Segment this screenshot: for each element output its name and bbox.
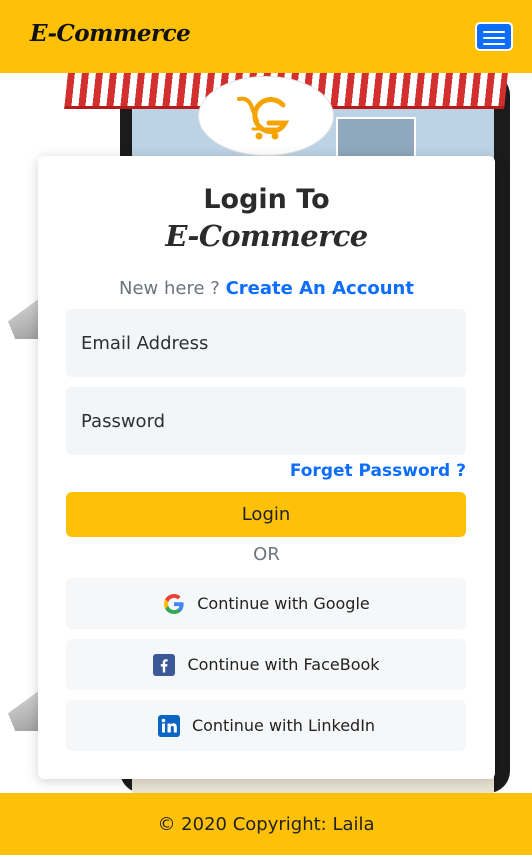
facebook-login-label: Continue with FaceBook <box>187 655 380 674</box>
google-login-button[interactable]: Continue with Google <box>66 578 466 629</box>
footer: © 2020 Copyright: Laila <box>0 793 532 855</box>
facebook-icon <box>153 653 176 676</box>
google-login-label: Continue with Google <box>197 594 370 613</box>
login-title: Login To <box>203 184 330 215</box>
floor <box>132 779 494 793</box>
login-card: Login To E-Commerce New here ? Create An… <box>38 156 495 779</box>
navbar: E-Commerce <box>0 0 532 73</box>
create-account-link[interactable]: Create An Account <box>226 278 414 299</box>
shopping-cart-logo-icon <box>237 96 290 140</box>
linkedin-login-button[interactable]: Continue with LinkedIn <box>66 700 466 751</box>
email-field[interactable] <box>66 309 466 377</box>
linkedin-icon <box>157 714 180 737</box>
password-field[interactable] <box>66 387 466 455</box>
hamburger-icon[interactable] <box>475 22 513 51</box>
copyright-text: © 2020 Copyright: Laila <box>157 813 375 835</box>
linkedin-login-label: Continue with LinkedIn <box>191 716 376 735</box>
login-brand: E-Commerce <box>165 219 368 253</box>
shop-door <box>336 117 416 159</box>
brand-logo[interactable]: E-Commerce <box>30 20 191 47</box>
facebook-login-button[interactable]: Continue with FaceBook <box>66 639 466 690</box>
or-divider: OR <box>253 544 280 565</box>
login-button[interactable]: Login <box>66 492 466 537</box>
new-here-text: New here ? <box>119 278 220 299</box>
forgot-password-link[interactable]: Forget Password ? <box>290 461 466 481</box>
shop-logo-badge <box>198 76 334 156</box>
signup-row: New here ? Create An Account <box>38 278 495 299</box>
google-icon <box>164 593 184 614</box>
